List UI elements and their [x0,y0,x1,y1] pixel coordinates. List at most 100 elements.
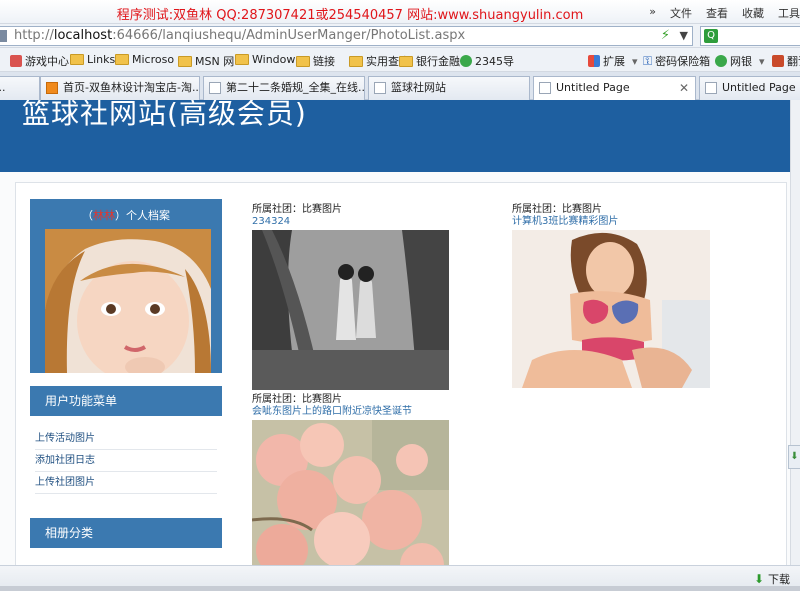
photo-thumbnail[interactable] [252,420,449,565]
photo-title-link[interactable]: 计算机3班比赛精彩图片 [512,216,710,228]
fav-game-center[interactable]: 游戏中心 [10,53,69,69]
fav-label: 链接 [313,55,335,68]
profile-panel: （林林）个人档案 [30,199,222,373]
avatar [45,229,211,373]
folder-icon [178,55,192,67]
url-prefix: http:// [14,28,54,43]
photo-card: 所属社团：比赛图片 234324 [252,204,449,390]
extensions-icon [588,55,600,67]
photo-image [512,230,710,388]
photo-image [252,230,449,390]
download-side-icon[interactable]: ⬇ [788,445,800,469]
translate-button[interactable]: 翻译 [772,53,800,69]
game-icon [10,55,22,67]
password-safe-label: 密码保险箱 [655,55,711,68]
taobao-icon [46,82,58,94]
photo-title-link[interactable]: 234324 [252,216,449,228]
profile-username[interactable]: 林林 [93,209,115,222]
page-icon [374,82,386,94]
page-icon [209,82,221,94]
folder-icon [235,54,249,65]
fav-msn[interactable]: MSN 网 [178,53,234,69]
folder-icon [399,55,413,67]
key-icon: ⚿ [643,53,653,68]
tab-untitled[interactable]: Untitled Page [699,76,800,100]
dropdown-icon: ▾ [632,54,638,68]
fav-label: Links [87,53,116,66]
lightning-icon[interactable]: ⚡ [661,27,670,45]
tab-taobao[interactable]: 首页-双鱼林设计淘宝店-淘... [40,76,200,100]
search-box[interactable]: Q [700,26,800,46]
favorites-bar: 游戏中心 Links Microso MSN 网 Window 链接 实用查询 … [0,48,800,72]
menu-favorites[interactable]: 收藏 [742,5,764,21]
online-banking-button[interactable]: 网银 ▾ [715,53,765,69]
photo-club-label: 所属社团：比赛图片 [252,394,342,405]
tab-overflow-label: ... [0,81,6,94]
address-dropdown-icon[interactable]: ▼ [680,27,688,45]
profile-label: ）个人档案 [115,209,170,222]
album-category-header: 相册分类 [30,518,222,548]
fav-label: MSN 网 [195,55,235,68]
photo-club-label: 所属社团：比赛图片 [512,204,602,215]
tab-label: 第二十二条婚规_全集_在线... [226,81,365,94]
2345-icon [460,55,472,67]
extensions-label: 扩展 [603,55,625,68]
folder-icon [115,54,129,65]
folder-icon [349,55,363,67]
photo-card: 所属社团：比赛图片 会呲东图片上的路口附近凉快圣诞节 [252,394,449,565]
menu-chevron-icon[interactable]: » [649,5,656,21]
fav-banking[interactable]: 银行金融 [399,53,460,69]
page-icon [539,82,551,94]
online-banking-label: 网银 [730,55,752,68]
menu-file[interactable]: 文件 [670,5,692,21]
photo-title-link[interactable]: 会呲东图片上的路口附近凉快圣诞节 [252,406,449,418]
tab-label: Untitled Page [556,81,630,94]
url-path: :64666/lanqiushequ/AdminUserManger/Photo… [112,28,466,43]
photo-thumbnail[interactable] [252,230,449,390]
avatar-image [45,229,211,373]
fav-label: Microso [132,53,175,66]
tab-label: 篮球社网站 [391,81,446,94]
extensions-button[interactable]: 扩展 ▾ [588,53,638,69]
tab-overflow[interactable]: ... [0,76,40,100]
menu-view[interactable]: 查看 [706,5,728,21]
fav-links-cn[interactable]: 链接 [296,53,335,69]
download-label: 下载 [768,573,790,586]
page-icon [0,30,7,42]
tab-label: 首页-双鱼林设计淘宝店-淘... [63,81,200,94]
fav-2345[interactable]: 2345导 [460,53,514,69]
photo-thumbnail[interactable] [512,230,710,388]
address-input[interactable]: http://localhost:64666/lanqiushequ/Admin… [0,26,693,46]
fav-label: Window [252,53,296,66]
tab-untitled-active[interactable]: Untitled Page ✕ [533,76,696,101]
fav-label: 2345导 [475,55,514,68]
search-engine-icon[interactable]: Q [704,29,718,43]
vertical-scrollbar[interactable] [790,100,800,565]
fav-microsoft[interactable]: Microso [115,53,174,66]
menu-link-upload-photo[interactable]: 上传社团图片 [35,472,217,494]
page-icon [705,82,717,94]
photo-image [252,420,449,565]
profile-heading: （林林）个人档案 [30,207,222,223]
content-panel: （林林）个人档案 用户功能菜单 上传活动图片 添加社团日志 上传社团图片 相册分… [15,182,787,565]
address-bar-row: http://localhost:64666/lanqiushequ/Admin… [0,24,800,48]
menu-link-add-log[interactable]: 添加社团日志 [35,450,217,472]
browser-menu: » 文件 查看 收藏 工具 [649,5,800,21]
fav-links[interactable]: Links [70,53,115,66]
translate-label: 翻译 [787,55,800,68]
tab-basketball-site[interactable]: 篮球社网站 [368,76,530,100]
fav-label: 银行金融 [416,55,460,68]
tab-video[interactable]: 第二十二条婚规_全集_在线... [203,76,365,100]
download-button[interactable]: ⬇ 下载 [754,571,790,587]
close-tab-icon[interactable]: ✕ [679,77,689,99]
tab-label: Untitled Page [722,81,796,94]
fav-label: 游戏中心 [25,55,69,68]
function-menu-header: 用户功能菜单 [30,386,222,416]
menu-link-upload-activity[interactable]: 上传活动图片 [35,428,217,450]
password-safe-button[interactable]: ⚿ 密码保险箱 [643,53,710,69]
menu-tools[interactable]: 工具 [778,5,800,21]
fav-windows[interactable]: Window [235,53,295,66]
page-viewport: 篮球社网站(高级会员) （林林）个人档案 用户功能菜单 上传活动图片 添加社团日… [0,100,790,565]
translate-icon [772,55,784,67]
photo-club-label: 所属社团：比赛图片 [252,204,342,215]
